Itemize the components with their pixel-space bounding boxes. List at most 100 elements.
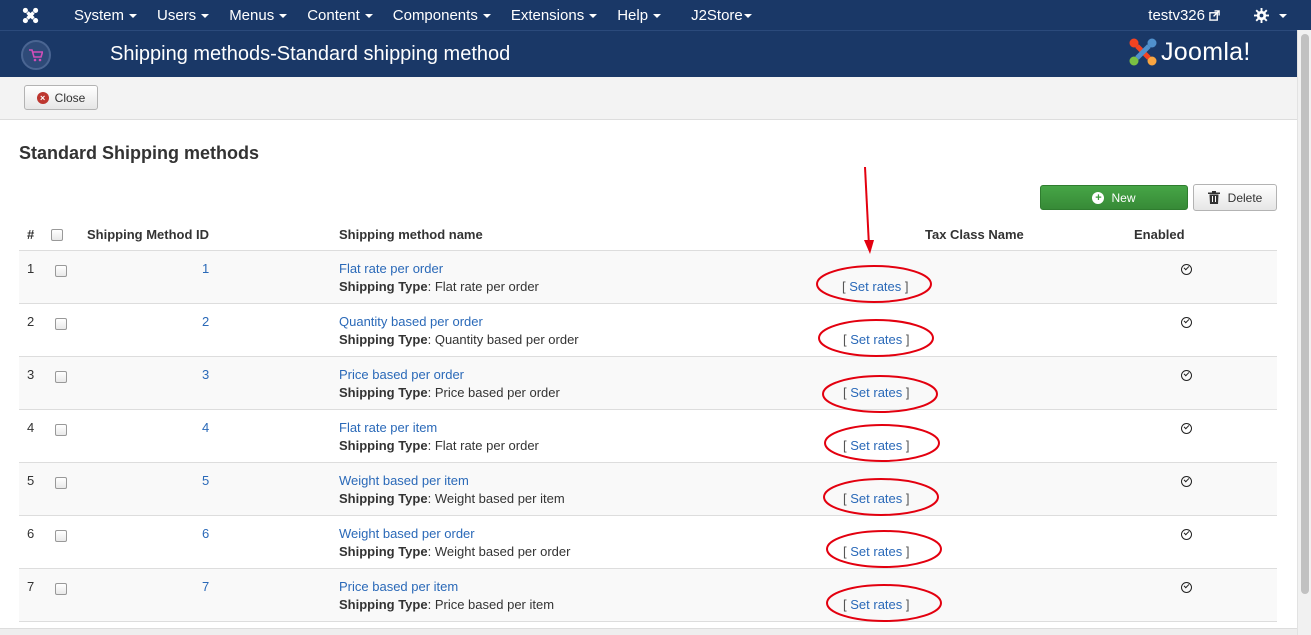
- shipping-type-label: Shipping Type: [339, 491, 428, 506]
- scrollbar-thumb[interactable]: [1301, 34, 1309, 594]
- joomla-menu-icon[interactable]: [0, 0, 64, 30]
- select-all-checkbox[interactable]: [51, 229, 63, 241]
- row-checkbox[interactable]: [55, 424, 67, 436]
- set-rates-link[interactable]: [ Set rates ]: [843, 544, 910, 559]
- caret-down-icon: [743, 14, 752, 18]
- set-rates-label: Set rates: [850, 385, 903, 400]
- top-navbar: System Users Menus Content Components Ex…: [0, 0, 1311, 30]
- caret-down-icon: [653, 14, 662, 18]
- enabled-check-icon[interactable]: [1181, 476, 1192, 487]
- caret-down-icon: [129, 14, 138, 18]
- enabled-check-icon[interactable]: [1181, 317, 1192, 328]
- col-tax-class-name[interactable]: Tax Class Name: [925, 227, 1024, 242]
- set-rates-label: Set rates: [850, 597, 903, 612]
- table-row: 1 1 Flat rate per order Shipping Type: F…: [19, 251, 1277, 304]
- shipping-type-value: Flat rate per order: [434, 279, 539, 294]
- shipping-method-name-link[interactable]: Price based per item: [339, 579, 458, 594]
- set-rates-label: Set rates: [849, 279, 902, 294]
- shipping-method-id-link[interactable]: 1: [202, 261, 209, 276]
- shipping-type-value: Weight based per item: [434, 491, 565, 506]
- menu-system[interactable]: System: [64, 0, 147, 30]
- menu-j2store[interactable]: J2Store: [681, 0, 762, 30]
- joomla-brand-icon: [1129, 38, 1157, 66]
- shipping-type-label: Shipping Type: [339, 597, 428, 612]
- menu-components[interactable]: Components: [383, 0, 501, 30]
- set-rates-link[interactable]: [ Set rates ]: [843, 332, 910, 347]
- row-checkbox[interactable]: [55, 318, 67, 330]
- enabled-check-icon[interactable]: [1181, 529, 1192, 540]
- brand-name: Joomla!: [1161, 37, 1251, 66]
- set-rates-link[interactable]: [ Set rates ]: [843, 491, 910, 506]
- row-checkbox[interactable]: [55, 477, 67, 489]
- menu-label: Components: [392, 6, 478, 24]
- shipping-method-id-link[interactable]: 6: [202, 526, 209, 541]
- gear-icon: [1254, 7, 1269, 23]
- table-header: # Shipping Method ID Shipping method nam…: [19, 218, 1277, 251]
- menu-content[interactable]: Content: [297, 0, 383, 30]
- close-icon: ×: [36, 91, 49, 104]
- col-shipping-method-id[interactable]: Shipping Method ID: [87, 227, 209, 242]
- shipping-type-label: Shipping Type: [339, 544, 428, 559]
- row-checkbox[interactable]: [55, 265, 67, 277]
- set-rates-link[interactable]: [ Set rates ]: [843, 438, 910, 453]
- menu-users[interactable]: Users: [147, 0, 219, 30]
- shipping-method-id-link[interactable]: 4: [202, 420, 209, 435]
- frontend-user-link[interactable]: testv326: [1148, 7, 1220, 24]
- menu-label: J2Store: [691, 6, 743, 24]
- set-rates-link[interactable]: [ Set rates ]: [842, 279, 909, 294]
- row-checkbox[interactable]: [55, 530, 67, 542]
- shipping-method-name-link[interactable]: Weight based per order: [339, 526, 475, 541]
- shipping-method-name-link[interactable]: Price based per order: [339, 367, 464, 382]
- shipping-type-value: Weight based per order: [434, 544, 571, 559]
- plus-icon: +: [1092, 191, 1105, 204]
- vertical-scrollbar[interactable]: [1297, 30, 1311, 635]
- table-row: 5 5 Weight based per item Shipping Type:…: [19, 463, 1277, 516]
- menu-help[interactable]: Help: [607, 0, 671, 30]
- shipping-method-name-link[interactable]: Flat rate per order: [339, 261, 443, 276]
- set-rates-link[interactable]: [ Set rates ]: [843, 385, 910, 400]
- menu-label: Help: [617, 6, 649, 24]
- section-heading: Standard Shipping methods: [19, 143, 260, 163]
- set-rates-label: Set rates: [850, 332, 903, 347]
- shipping-type-value: Price based per item: [434, 597, 555, 612]
- row-number: 5: [27, 473, 35, 488]
- set-rates-link[interactable]: [ Set rates ]: [843, 597, 910, 612]
- shipping-method-id-link[interactable]: 7: [202, 579, 209, 594]
- new-label: New: [1111, 190, 1136, 205]
- delete-label: Delete: [1227, 190, 1263, 205]
- row-checkbox[interactable]: [55, 583, 67, 595]
- shipping-type-label: Shipping Type: [339, 332, 428, 347]
- row-number: 2: [27, 314, 35, 329]
- shipping-method-id-link[interactable]: 3: [202, 367, 209, 382]
- enabled-check-icon[interactable]: [1181, 264, 1192, 275]
- menu-extensions[interactable]: Extensions: [501, 0, 607, 30]
- toolbar: × Close: [0, 77, 1297, 120]
- cart-icon: [21, 40, 51, 70]
- enabled-check-icon[interactable]: [1181, 370, 1192, 381]
- shipping-method-name-link[interactable]: Weight based per item: [339, 473, 469, 488]
- settings-menu[interactable]: [1254, 7, 1287, 23]
- menu-menus[interactable]: Menus: [219, 0, 297, 30]
- col-shipping-method-name[interactable]: Shipping method name: [339, 227, 483, 242]
- col-enabled[interactable]: Enabled: [1134, 227, 1185, 242]
- row-number: 1: [27, 261, 35, 276]
- external-link-icon: [1209, 9, 1220, 21]
- shipping-type-text: Shipping Type: Weight based per item: [339, 491, 565, 506]
- shipping-method-name-link[interactable]: Quantity based per order: [339, 314, 483, 329]
- shipping-type-text: Shipping Type: Weight based per order: [339, 544, 571, 559]
- enabled-check-icon[interactable]: [1181, 582, 1192, 593]
- delete-button[interactable]: Delete: [1193, 184, 1277, 211]
- menu-label: Menus: [229, 6, 275, 24]
- shipping-method-name-link[interactable]: Flat rate per item: [339, 420, 437, 435]
- shipping-type-value: Quantity based per order: [434, 332, 579, 347]
- row-checkbox[interactable]: [55, 371, 67, 383]
- close-label: Close: [54, 90, 86, 105]
- shipping-type-text: Shipping Type: Flat rate per order: [339, 279, 539, 294]
- table-row: 2 2 Quantity based per order Shipping Ty…: [19, 304, 1277, 357]
- close-button[interactable]: × Close: [24, 85, 98, 110]
- shipping-method-id-link[interactable]: 5: [202, 473, 209, 488]
- enabled-check-icon[interactable]: [1181, 423, 1192, 434]
- caret-down-icon: [589, 14, 598, 18]
- new-button[interactable]: + New: [1040, 185, 1188, 210]
- shipping-method-id-link[interactable]: 2: [202, 314, 209, 329]
